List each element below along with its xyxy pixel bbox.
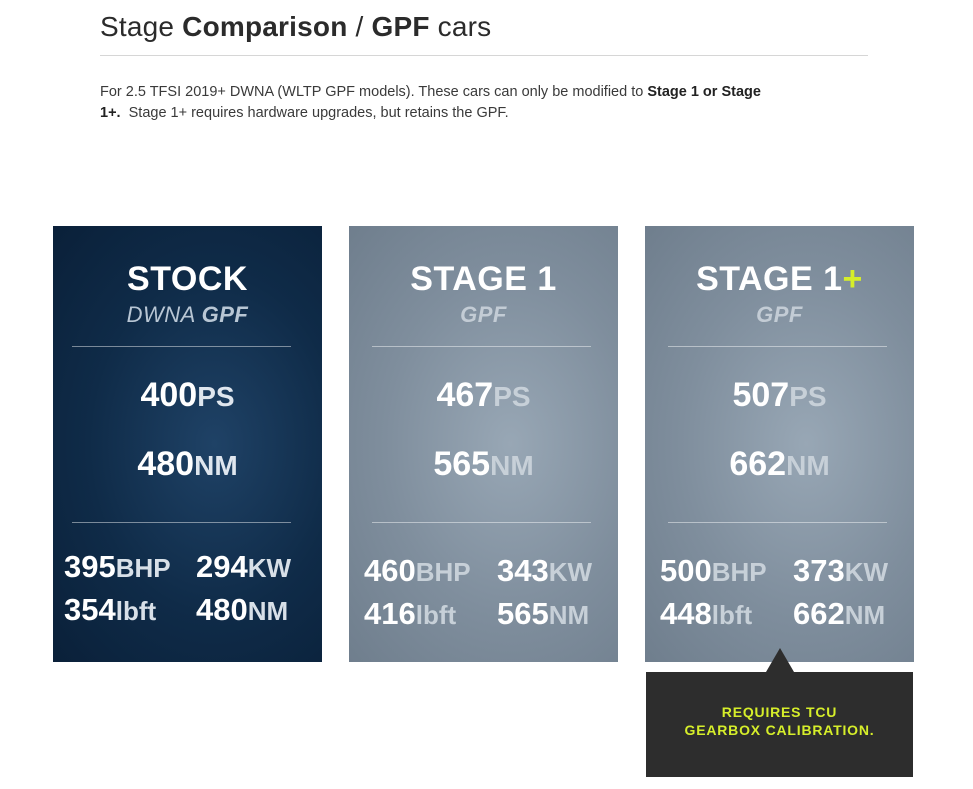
intro-paragraph: For 2.5 TFSI 2019+ DWNA (WLTP GPF models…: [100, 82, 780, 124]
card-title: STAGE 1+: [645, 260, 914, 299]
lbft-number: 416: [364, 596, 416, 631]
nm-number: 480: [137, 445, 195, 483]
ps-unit: PS: [789, 381, 827, 412]
ps-unit: PS: [197, 381, 235, 412]
ps-value: 507PS: [645, 376, 914, 415]
nm-value: 480NM: [53, 445, 322, 484]
lbft-value: 448lbft: [660, 596, 752, 632]
nm-spec-number: 480: [196, 592, 248, 627]
page: Stage Comparison / GPF cars For 2.5 TFSI…: [0, 0, 973, 789]
divider-top: [72, 346, 291, 347]
ps-number: 507: [732, 376, 790, 414]
nm-spec-number: 662: [793, 596, 845, 631]
kw-number: 343: [497, 553, 549, 588]
divider-bottom: [668, 522, 887, 523]
lbft-number: 448: [660, 596, 712, 631]
ps-number: 400: [140, 376, 198, 414]
intro-tail: Stage 1+ requires hardware upgrades, but…: [128, 105, 509, 121]
bhp-number: 460: [364, 553, 416, 588]
nm-spec-unit: NM: [247, 596, 289, 626]
card-subtitle: GPF: [349, 302, 618, 328]
bhp-number: 500: [660, 553, 712, 588]
title-lead: Stage: [100, 11, 175, 42]
nm-spec-unit: NM: [548, 600, 590, 630]
bhp-value: 395BHP: [64, 549, 171, 585]
nm-value: 565NM: [349, 445, 618, 484]
bhp-unit: BHP: [415, 557, 471, 587]
callout-arrow-icon: [766, 648, 794, 672]
nm-spec-value: 565NM: [497, 596, 589, 632]
card-title: STOCK: [127, 260, 248, 298]
divider-top: [668, 346, 887, 347]
ps-unit: PS: [493, 381, 531, 412]
title-bold-comparison: Comparison: [182, 11, 348, 42]
kw-number: 294: [196, 549, 248, 584]
bhp-unit: BHP: [711, 557, 767, 587]
nm-spec-value: 480NM: [196, 592, 288, 628]
nm-spec-number: 565: [497, 596, 549, 631]
sub-bold: GPF: [460, 302, 507, 327]
ps-number: 467: [436, 376, 494, 414]
title-separator: /: [355, 11, 364, 42]
nm-number: 662: [729, 445, 787, 483]
title-tail: cars: [437, 11, 492, 42]
plus-icon: +: [842, 260, 863, 298]
lbft-value: 416lbft: [364, 596, 456, 632]
nm-spec-value: 662NM: [793, 596, 885, 632]
page-title: Stage Comparison / GPF cars: [100, 11, 491, 43]
title-divider: [100, 55, 868, 56]
stage1-card: STAGE 1 GPF 467PS 565NM 460BHP 343KW 416…: [349, 226, 618, 662]
bhp-unit: BHP: [115, 553, 171, 583]
nm-unit: NM: [194, 450, 238, 481]
bhp-number: 395: [64, 549, 116, 584]
callout-line-2: GEARBOX CALIBRATION.: [684, 722, 875, 738]
card-subtitle: GPF: [645, 302, 914, 328]
stock-card: STOCK DWNA GPF 400PS 480NM 395BHP 294KW …: [53, 226, 322, 662]
nm-unit: NM: [490, 450, 534, 481]
nm-spec-unit: NM: [844, 600, 886, 630]
card-title: STAGE 1: [410, 260, 557, 298]
lbft-unit: lbft: [115, 596, 157, 626]
kw-value: 343KW: [497, 553, 592, 589]
card-subtitle: DWNA GPF: [53, 302, 322, 328]
sub-bold: GPF: [756, 302, 803, 327]
bhp-value: 460BHP: [364, 553, 471, 589]
ps-value: 400PS: [53, 376, 322, 415]
kw-value: 373KW: [793, 553, 888, 589]
nm-number: 565: [433, 445, 491, 483]
nm-value: 662NM: [645, 445, 914, 484]
divider-bottom: [372, 522, 591, 523]
sub-light: DWNA: [126, 302, 196, 327]
callout-line-1: REQUIRES TCU: [721, 704, 838, 720]
nm-unit: NM: [786, 450, 830, 481]
ps-value: 467PS: [349, 376, 618, 415]
intro-text: For 2.5 TFSI 2019+ DWNA (WLTP GPF models…: [100, 84, 644, 100]
lbft-unit: lbft: [415, 600, 457, 630]
lbft-number: 354: [64, 592, 116, 627]
kw-number: 373: [793, 553, 845, 588]
card-title-text: STAGE 1: [696, 260, 843, 298]
lbft-unit: lbft: [711, 600, 753, 630]
kw-unit: KW: [548, 557, 593, 587]
title-bold-gpf: GPF: [371, 11, 430, 42]
kw-unit: KW: [844, 557, 889, 587]
divider-top: [372, 346, 591, 347]
lbft-value: 354lbft: [64, 592, 156, 628]
bhp-value: 500BHP: [660, 553, 767, 589]
sub-bold: GPF: [201, 302, 249, 327]
stage1plus-card: STAGE 1+ GPF 507PS 662NM 500BHP 373KW 44…: [645, 226, 914, 662]
kw-value: 294KW: [196, 549, 291, 585]
tcu-callout: REQUIRES TCU GEARBOX CALIBRATION.: [646, 672, 913, 777]
kw-unit: KW: [247, 553, 292, 583]
divider-bottom: [72, 522, 291, 523]
